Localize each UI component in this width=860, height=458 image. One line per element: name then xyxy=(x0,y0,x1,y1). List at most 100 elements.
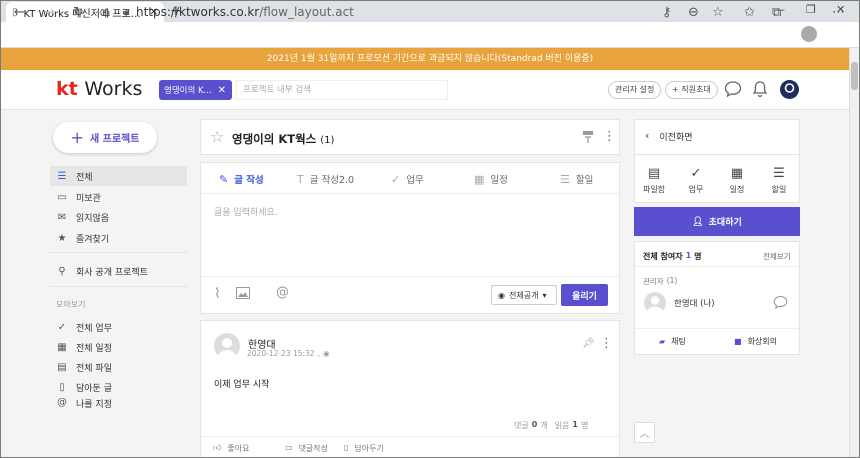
scrollbar-thumb[interactable] xyxy=(851,62,858,90)
tab-schedule[interactable]: ▦ 일정 xyxy=(474,172,508,187)
sidebar-item-favorites[interactable]: ★ 즐겨찾기 xyxy=(50,228,187,248)
quick-tasks[interactable]: ✓ 업무 xyxy=(676,166,716,195)
chevron-down-icon: ▾ xyxy=(542,290,547,300)
more-menu-icon[interactable]: ⋯ xyxy=(832,5,845,20)
member-name: 한영대 (나) xyxy=(674,299,715,309)
kt-works-logo[interactable]: kt Works xyxy=(56,78,142,100)
visibility-dropdown[interactable]: ◉ 전체공개 ▾ xyxy=(491,285,557,305)
comment-button[interactable]: ▭ 댓글작성 xyxy=(285,443,328,454)
sidebar-item-bookmarks[interactable]: ▯ 담아둔 글 xyxy=(50,377,187,397)
url-text[interactable]: https://ktworks.co.kr/flow_layout.act xyxy=(136,5,354,19)
lock-icon: 🔒︎ xyxy=(124,7,130,18)
post-body: 이제 업무 시작 xyxy=(214,380,270,390)
check-icon: ✓ xyxy=(57,321,67,333)
calendar-icon: ▦ xyxy=(474,172,485,186)
direct-chat-icon[interactable] xyxy=(773,295,788,309)
invite-button[interactable]: 👤︎ 초대하기 xyxy=(634,207,800,236)
key-icon[interactable]: ⚷ xyxy=(662,5,672,20)
inbox-icon: ▭ xyxy=(57,191,67,203)
admin-settings-button[interactable]: 관리자 설정 xyxy=(608,81,662,99)
file-icon: ▤ xyxy=(57,361,67,373)
tab-write-post-2[interactable]: T글 작성2.0 xyxy=(297,172,354,187)
tab-write-post[interactable]: ✎ 글 작성 xyxy=(219,172,264,187)
post-options-icon[interactable]: ⋮ xyxy=(600,336,613,351)
mention-icon[interactable]: @ xyxy=(276,285,289,300)
forward-icon[interactable]: → xyxy=(44,5,55,20)
list-icon: ☰ xyxy=(773,166,785,181)
chat-bubble-icon: ▰ xyxy=(659,337,666,346)
bell-icon[interactable] xyxy=(752,80,768,98)
comment-icon: ▭ xyxy=(285,443,293,452)
section-heading: 모아보기 xyxy=(56,300,86,309)
pin-board-icon[interactable] xyxy=(582,130,594,144)
address-bar xyxy=(0,22,860,48)
more-options-icon[interactable]: ⋮ xyxy=(603,129,616,144)
members-divider xyxy=(635,328,799,329)
favorite-star-icon[interactable]: ☆ xyxy=(210,127,224,146)
sidebar-divider xyxy=(50,252,187,253)
text-icon: T xyxy=(297,172,304,186)
sidebar-item-unarchived[interactable]: ▭ 미보관 xyxy=(50,187,187,207)
user-avatar[interactable] xyxy=(780,80,799,99)
project-filter-chip[interactable]: 영댕이의 K... ✕ xyxy=(159,80,232,100)
attachment-icon[interactable]: ⌇ xyxy=(214,286,221,302)
chat-button[interactable]: ▰ 채팅 xyxy=(659,336,686,347)
star-icon: ★ xyxy=(57,232,67,244)
pin-icon[interactable]: 📌︎ xyxy=(582,338,595,349)
members-count: 전체 참여자 1 명 xyxy=(643,251,702,261)
sidebar-item-unread[interactable]: ✉ 읽지않음 xyxy=(50,207,187,227)
image-icon[interactable] xyxy=(236,287,250,299)
post-text-input[interactable]: 글을 입력하세요. xyxy=(214,205,278,218)
view-all-link[interactable]: 전체보기 xyxy=(763,251,791,262)
mail-icon: ✉ xyxy=(57,211,67,223)
bookmark-icon: ▯ xyxy=(344,443,349,452)
profile-avatar[interactable] xyxy=(801,26,817,42)
add-user-icon: 👤︎ xyxy=(692,216,704,227)
scroll-top-button[interactable]: ︿ xyxy=(634,422,655,443)
sidebar-item-all[interactable]: ☰ 전체 xyxy=(50,166,187,186)
composer-divider xyxy=(201,276,619,277)
quick-schedule[interactable]: ▦ 일정 xyxy=(717,166,757,195)
submit-post-button[interactable]: 올리기 xyxy=(561,284,608,306)
project-search-input[interactable]: 프로젝트 내부 검색 xyxy=(236,80,448,100)
collections-icon[interactable]: ⧉ xyxy=(772,5,781,20)
chip-close-icon[interactable]: ✕ xyxy=(218,85,226,96)
new-project-button[interactable]: + 새 프로젝트 xyxy=(53,122,157,153)
favorites-icon[interactable]: ✩ xyxy=(744,5,755,20)
home-icon[interactable]: ⌂ xyxy=(102,5,110,20)
chat-bubble-icon[interactable] xyxy=(724,80,742,98)
invite-staff-button[interactable]: + 직원초대 xyxy=(665,81,718,99)
post-divider xyxy=(201,436,619,437)
tab-task[interactable]: ✓ 업무 xyxy=(391,172,424,187)
author-avatar[interactable] xyxy=(214,333,240,359)
like-button[interactable]: 👍︎ 좋아요 xyxy=(213,443,249,454)
refresh-icon[interactable]: ↻ xyxy=(73,5,84,20)
bookmark-button[interactable]: ▯ 담아두기 xyxy=(344,443,384,454)
back-button[interactable]: ‹ 이전화면 xyxy=(645,129,693,143)
sidebar-item-mentions[interactable]: @ 나를 지정 xyxy=(50,397,187,409)
video-call-button[interactable]: ■ 화상회의 xyxy=(734,336,777,347)
favorite-star-icon[interactable]: ☆ xyxy=(712,5,724,20)
quick-todo[interactable]: ☰ 할일 xyxy=(759,166,799,195)
composer-divider xyxy=(201,193,619,194)
back-icon[interactable]: ← xyxy=(14,5,25,20)
quick-files[interactable]: ▤ 파일함 xyxy=(634,166,674,195)
calendar-icon: ▦ xyxy=(730,166,744,181)
page-scrollbar[interactable] xyxy=(849,48,860,458)
thumbs-up-icon: 👍︎ xyxy=(213,443,222,452)
sidebar-item-all-tasks[interactable]: ✓ 전체 업무 xyxy=(50,317,187,337)
at-icon: @ xyxy=(57,397,67,408)
sidebar-item-company-projects[interactable]: ⚲ 회사 공개 프로젝트 xyxy=(50,261,187,281)
sidebar-divider xyxy=(50,286,187,287)
restore-icon[interactable]: ❐ xyxy=(806,3,816,16)
member-avatar[interactable] xyxy=(644,292,666,314)
post-stats: 댓글 0 개 읽음 1 명 xyxy=(514,420,589,430)
folder-icon: ▤ xyxy=(647,166,661,181)
tab-todo[interactable]: ☰ 할일 xyxy=(560,172,593,187)
sidebar-item-all-files[interactable]: ▤ 전체 파일 xyxy=(50,357,187,377)
pencil-icon: ✎ xyxy=(219,172,229,186)
sidebar-item-all-schedules[interactable]: ▦ 전체 일정 xyxy=(50,337,187,357)
calendar-icon: ▦ xyxy=(57,341,67,353)
zoom-icon[interactable]: ⊖ xyxy=(688,5,699,20)
plus-icon: + xyxy=(70,128,84,147)
